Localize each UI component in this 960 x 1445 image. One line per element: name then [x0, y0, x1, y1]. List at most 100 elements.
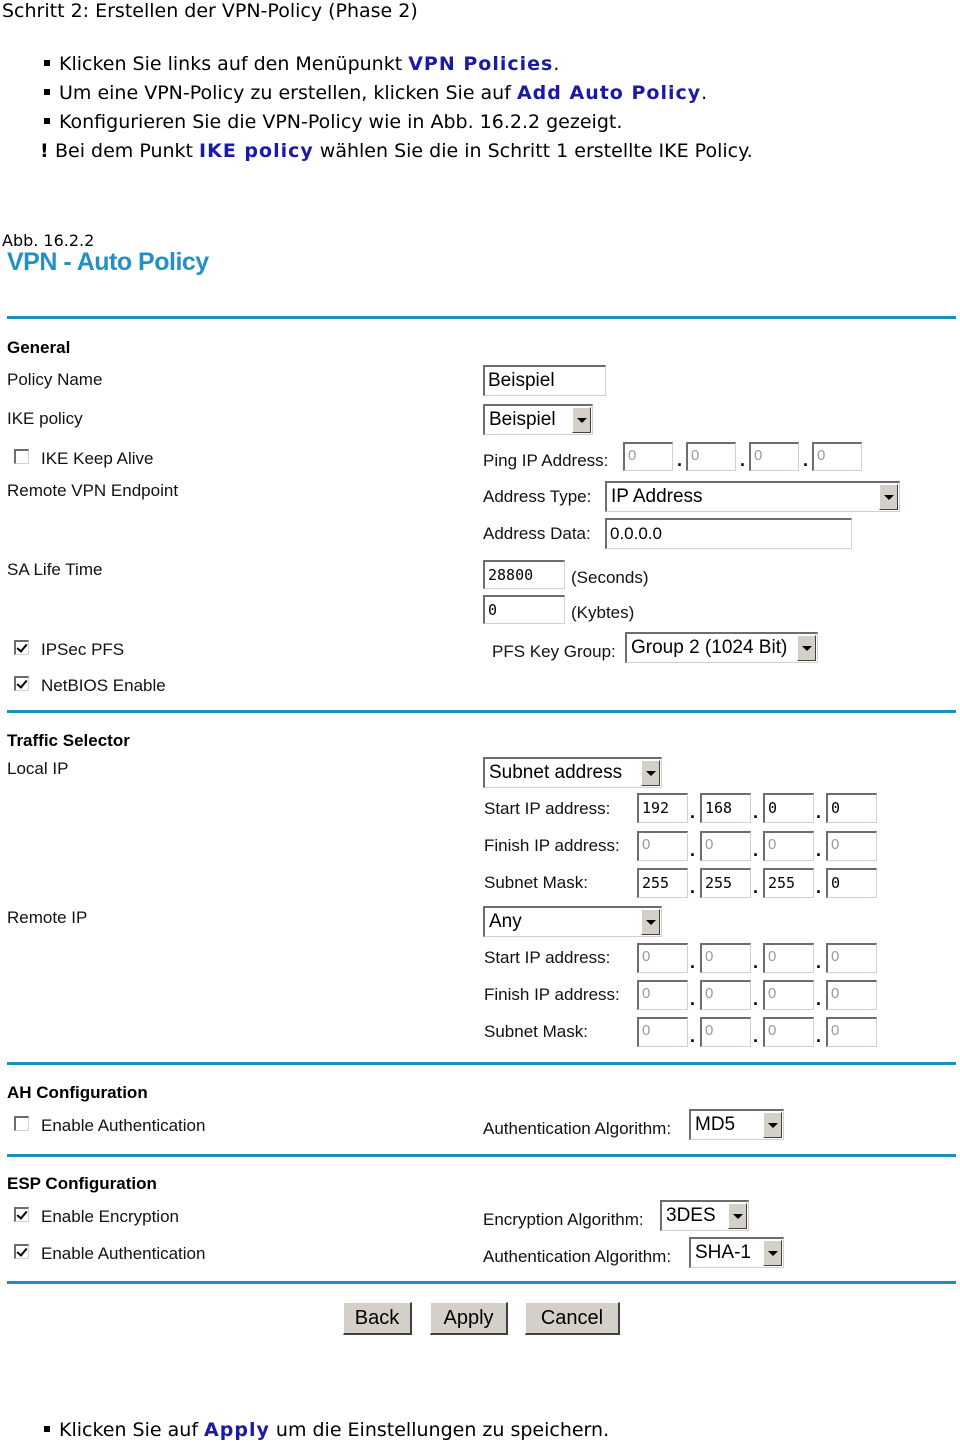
esp-encryption-algorithm-value: 3DES: [666, 1205, 716, 1226]
keyword-ike-policy: IKE policy: [199, 140, 314, 162]
section-heading-general: General: [7, 338, 71, 357]
chevron-down-icon[interactable]: [797, 635, 816, 661]
ike-keep-alive-checkbox[interactable]: [14, 449, 29, 464]
exclamation-icon: !: [40, 140, 49, 162]
esp-encryption-algorithm-select[interactable]: 3DES: [660, 1200, 749, 1231]
local-finish-ip-octet-3[interactable]: 0: [763, 831, 814, 861]
local-subnet-mask-octet-3[interactable]: 255: [763, 868, 814, 898]
esp-enable-encryption-checkbox[interactable]: [14, 1207, 29, 1222]
remote-finish-ip-octet-1[interactable]: 0: [637, 980, 688, 1010]
esp-encryption-algorithm-label: Encryption Algorithm:: [483, 1210, 644, 1229]
remote-start-ip-label: Start IP address:: [484, 948, 611, 967]
ah-enable-authentication-checkbox[interactable]: [14, 1116, 29, 1131]
ip-dot: .: [816, 1026, 822, 1046]
back-button[interactable]: Back: [343, 1302, 412, 1335]
local-finish-ip-octet-4[interactable]: 0: [826, 831, 877, 861]
remote-subnet-mask-octet-4[interactable]: 0: [826, 1017, 877, 1047]
local-start-ip-octet-4[interactable]: 0: [826, 793, 877, 823]
chevron-down-icon[interactable]: [879, 484, 898, 510]
remote-start-ip-octet-1[interactable]: 0: [637, 943, 688, 973]
remote-subnet-mask-label: Subnet Mask:: [484, 1022, 588, 1041]
apply-button[interactable]: Apply: [430, 1302, 508, 1335]
ip-dot: .: [690, 802, 696, 822]
ipsec-pfs-label: IPSec PFS: [41, 640, 125, 659]
remote-start-ip-octet-4[interactable]: 0: [826, 943, 877, 973]
pfs-key-group-value: Group 2 (1024 Bit): [631, 637, 788, 658]
remote-subnet-mask-octet-3[interactable]: 0: [763, 1017, 814, 1047]
remote-finish-ip-octet-4[interactable]: 0: [826, 980, 877, 1010]
sa-seconds-unit: (Seconds): [571, 568, 649, 587]
remote-subnet-mask-octet-1[interactable]: 0: [637, 1017, 688, 1047]
local-start-ip-octet-3[interactable]: 0: [763, 793, 814, 823]
sa-kbytes-input[interactable]: 0: [483, 595, 565, 624]
chevron-down-icon[interactable]: [763, 1112, 782, 1138]
section-heading-ah-configuration: AH Configuration: [7, 1083, 148, 1102]
esp-enable-encryption-label: Enable Encryption: [41, 1207, 179, 1226]
instruction-text-end: .: [553, 53, 560, 75]
ipsec-pfs-checkbox[interactable]: [14, 640, 29, 655]
local-finish-ip-octet-2[interactable]: 0: [700, 831, 751, 861]
ping-ip-octet-2[interactable]: 0: [686, 442, 736, 471]
netbios-checkbox[interactable]: [14, 676, 29, 691]
local-start-ip-label: Start IP address:: [484, 799, 611, 818]
instruction-list: Klicken Sie links auf den Menüpunkt VPN …: [40, 50, 753, 166]
address-type-label: Address Type:: [483, 487, 592, 506]
ip-dot: .: [816, 840, 822, 860]
ip-dot: .: [816, 802, 822, 822]
ping-ip-octet-4[interactable]: 0: [812, 442, 862, 471]
esp-authentication-algorithm-value: SHA-1: [695, 1242, 751, 1263]
chevron-down-icon[interactable]: [572, 407, 591, 433]
ike-policy-value: Beispiel: [489, 409, 556, 430]
sa-life-time-label: SA Life Time: [7, 560, 103, 579]
instruction-text: Um eine VPN-Policy zu erstellen, klicken…: [59, 82, 517, 104]
local-finish-ip-octet-1[interactable]: 0: [637, 831, 688, 861]
ping-ip-octet-1[interactable]: 0: [623, 442, 673, 471]
pfs-key-group-select[interactable]: Group 2 (1024 Bit): [625, 632, 818, 663]
ike-keep-alive-label: IKE Keep Alive: [41, 449, 154, 468]
local-subnet-mask-octet-4[interactable]: 0: [826, 868, 877, 898]
remote-finish-ip-octet-3[interactable]: 0: [763, 980, 814, 1010]
ip-dot: .: [803, 450, 809, 470]
section-divider: [7, 1154, 956, 1157]
chevron-down-icon[interactable]: [728, 1203, 747, 1229]
local-subnet-mask-octet-1[interactable]: 255: [637, 868, 688, 898]
remote-finish-ip-label: Finish IP address:: [484, 985, 620, 1004]
esp-authentication-algorithm-select[interactable]: SHA-1: [689, 1237, 784, 1268]
instruction-text: Klicken Sie auf: [59, 1419, 205, 1441]
footer-instruction: Klicken Sie auf Apply um die Einstellung…: [44, 1416, 609, 1445]
remote-ip-type-select[interactable]: Any: [483, 906, 662, 937]
local-finish-ip-label: Finish IP address:: [484, 836, 620, 855]
section-divider: [7, 1062, 956, 1065]
ip-dot: .: [690, 989, 696, 1009]
remote-start-ip-octet-3[interactable]: 0: [763, 943, 814, 973]
address-data-input[interactable]: 0.0.0.0: [605, 518, 852, 549]
address-data-label: Address Data:: [483, 524, 591, 543]
chevron-down-icon[interactable]: [763, 1240, 782, 1266]
local-start-ip-octet-1[interactable]: 192: [637, 793, 688, 823]
chevron-down-icon[interactable]: [641, 760, 660, 786]
section-divider: [7, 710, 956, 713]
local-start-ip-octet-2[interactable]: 168: [700, 793, 751, 823]
esp-enable-authentication-checkbox[interactable]: [14, 1244, 29, 1259]
ip-dot: .: [690, 1026, 696, 1046]
instruction-item: Konfigurieren Sie die VPN-Policy wie in …: [44, 108, 753, 137]
ike-policy-select[interactable]: Beispiel: [483, 404, 593, 435]
ah-algorithm-select[interactable]: MD5: [689, 1109, 784, 1140]
remote-start-ip-octet-2[interactable]: 0: [700, 943, 751, 973]
ah-enable-authentication-label: Enable Authentication: [41, 1116, 206, 1135]
local-subnet-mask-octet-2[interactable]: 255: [700, 868, 751, 898]
remote-finish-ip-octet-2[interactable]: 0: [700, 980, 751, 1010]
remote-ip-type-value: Any: [489, 911, 522, 932]
ip-dot: .: [753, 877, 759, 897]
cancel-button[interactable]: Cancel: [525, 1302, 620, 1335]
remote-endpoint-label: Remote VPN Endpoint: [7, 481, 179, 500]
remote-subnet-mask-octet-2[interactable]: 0: [700, 1017, 751, 1047]
chevron-down-icon[interactable]: [641, 909, 660, 935]
address-type-select[interactable]: IP Address: [605, 481, 900, 512]
local-ip-type-select[interactable]: Subnet address: [483, 757, 662, 788]
ip-dot: .: [816, 877, 822, 897]
policy-name-input[interactable]: Beispiel: [483, 365, 606, 396]
bullet-icon: [44, 88, 50, 95]
sa-seconds-input[interactable]: 28800: [483, 560, 565, 589]
ping-ip-octet-3[interactable]: 0: [749, 442, 799, 471]
